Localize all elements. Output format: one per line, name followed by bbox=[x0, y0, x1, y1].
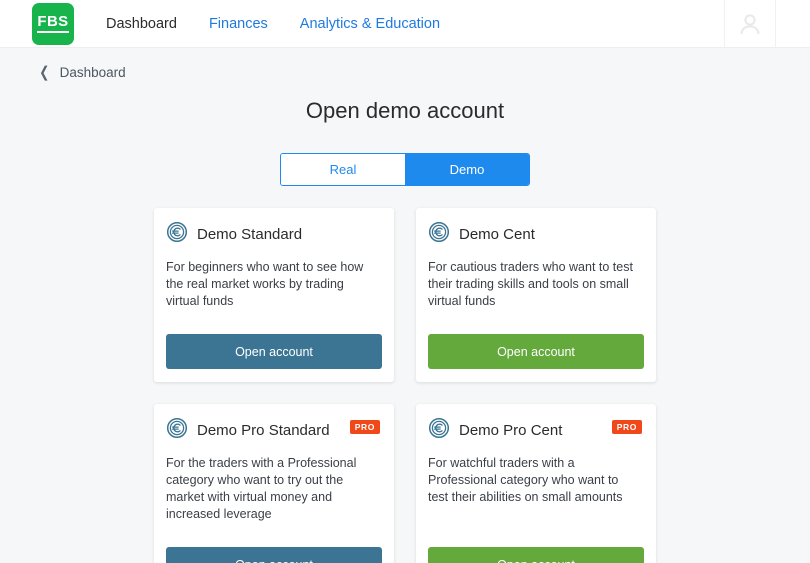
card-header: Demo Pro Cent PRO bbox=[428, 417, 644, 444]
card-header: Demo Cent bbox=[428, 221, 644, 248]
fbs-logo[interactable]: FBS bbox=[32, 2, 74, 45]
card-title: Demo Cent bbox=[459, 226, 535, 243]
card-header: Demo Pro Standard PRO bbox=[166, 417, 382, 444]
open-account-button[interactable]: Open account bbox=[428, 334, 644, 369]
nav-link-analytics-education[interactable]: Analytics & Education bbox=[300, 16, 440, 32]
card-spacer bbox=[166, 523, 382, 535]
euro-circle-icon bbox=[428, 221, 450, 248]
card-description: For the traders with a Professional cate… bbox=[166, 456, 357, 521]
euro-circle-icon bbox=[428, 417, 450, 444]
account-type-switcher-wrap: Real Demo bbox=[0, 153, 810, 186]
breadcrumb-label-dashboard[interactable]: Dashboard bbox=[60, 65, 126, 80]
card-spacer bbox=[428, 310, 644, 322]
account-card-demo-standard[interactable]: Demo Standard For beginners who want to … bbox=[154, 208, 394, 382]
user-avatar-icon[interactable] bbox=[735, 9, 765, 39]
card-spacer bbox=[166, 310, 382, 322]
open-account-button[interactable]: Open account bbox=[166, 334, 382, 369]
pro-badge: PRO bbox=[349, 420, 380, 434]
nav-link-dashboard[interactable]: Dashboard bbox=[106, 16, 177, 32]
account-cards-grid: Demo Standard For beginners who want to … bbox=[154, 208, 656, 563]
card-title: Demo Pro Cent bbox=[459, 422, 563, 439]
account-card-demo-pro-standard[interactable]: Demo Pro Standard PRO For the traders wi… bbox=[154, 404, 394, 563]
card-header: Demo Standard bbox=[166, 221, 382, 248]
account-card-demo-cent[interactable]: Demo Cent For cautious traders who want … bbox=[416, 208, 656, 382]
header-account-area[interactable] bbox=[724, 0, 776, 48]
account-type-switcher: Real Demo bbox=[280, 153, 530, 186]
tab-real[interactable]: Real bbox=[281, 154, 405, 185]
open-account-button[interactable]: Open account bbox=[166, 547, 382, 563]
nav-link-finances[interactable]: Finances bbox=[209, 16, 268, 32]
euro-circle-icon bbox=[166, 417, 188, 444]
chevron-left-icon[interactable]: ❮ bbox=[39, 65, 49, 80]
euro-circle-icon bbox=[166, 221, 188, 248]
card-description: For beginners who want to see how the re… bbox=[166, 260, 364, 308]
top-header: FBS Dashboard Finances Analytics & Educa… bbox=[0, 0, 810, 48]
page-title: Open demo account bbox=[305, 98, 505, 123]
open-account-button[interactable]: Open account bbox=[428, 547, 644, 563]
fbs-logo-text: FBS bbox=[37, 14, 69, 33]
card-title: Demo Standard bbox=[197, 226, 303, 243]
card-description: For watchful traders with a Professional… bbox=[428, 456, 623, 504]
card-spacer bbox=[428, 506, 644, 535]
breadcrumb[interactable]: ❮ Dashboard bbox=[0, 48, 810, 82]
main-nav: Dashboard Finances Analytics & Education bbox=[106, 16, 440, 32]
pro-badge: PRO bbox=[611, 420, 642, 434]
account-card-demo-pro-cent[interactable]: Demo Pro Cent PRO For watchful traders w… bbox=[416, 404, 656, 563]
card-title: Demo Pro Standard bbox=[197, 422, 330, 439]
tab-demo[interactable]: Demo bbox=[405, 154, 529, 185]
card-description: For cautious traders who want to test th… bbox=[428, 260, 633, 308]
